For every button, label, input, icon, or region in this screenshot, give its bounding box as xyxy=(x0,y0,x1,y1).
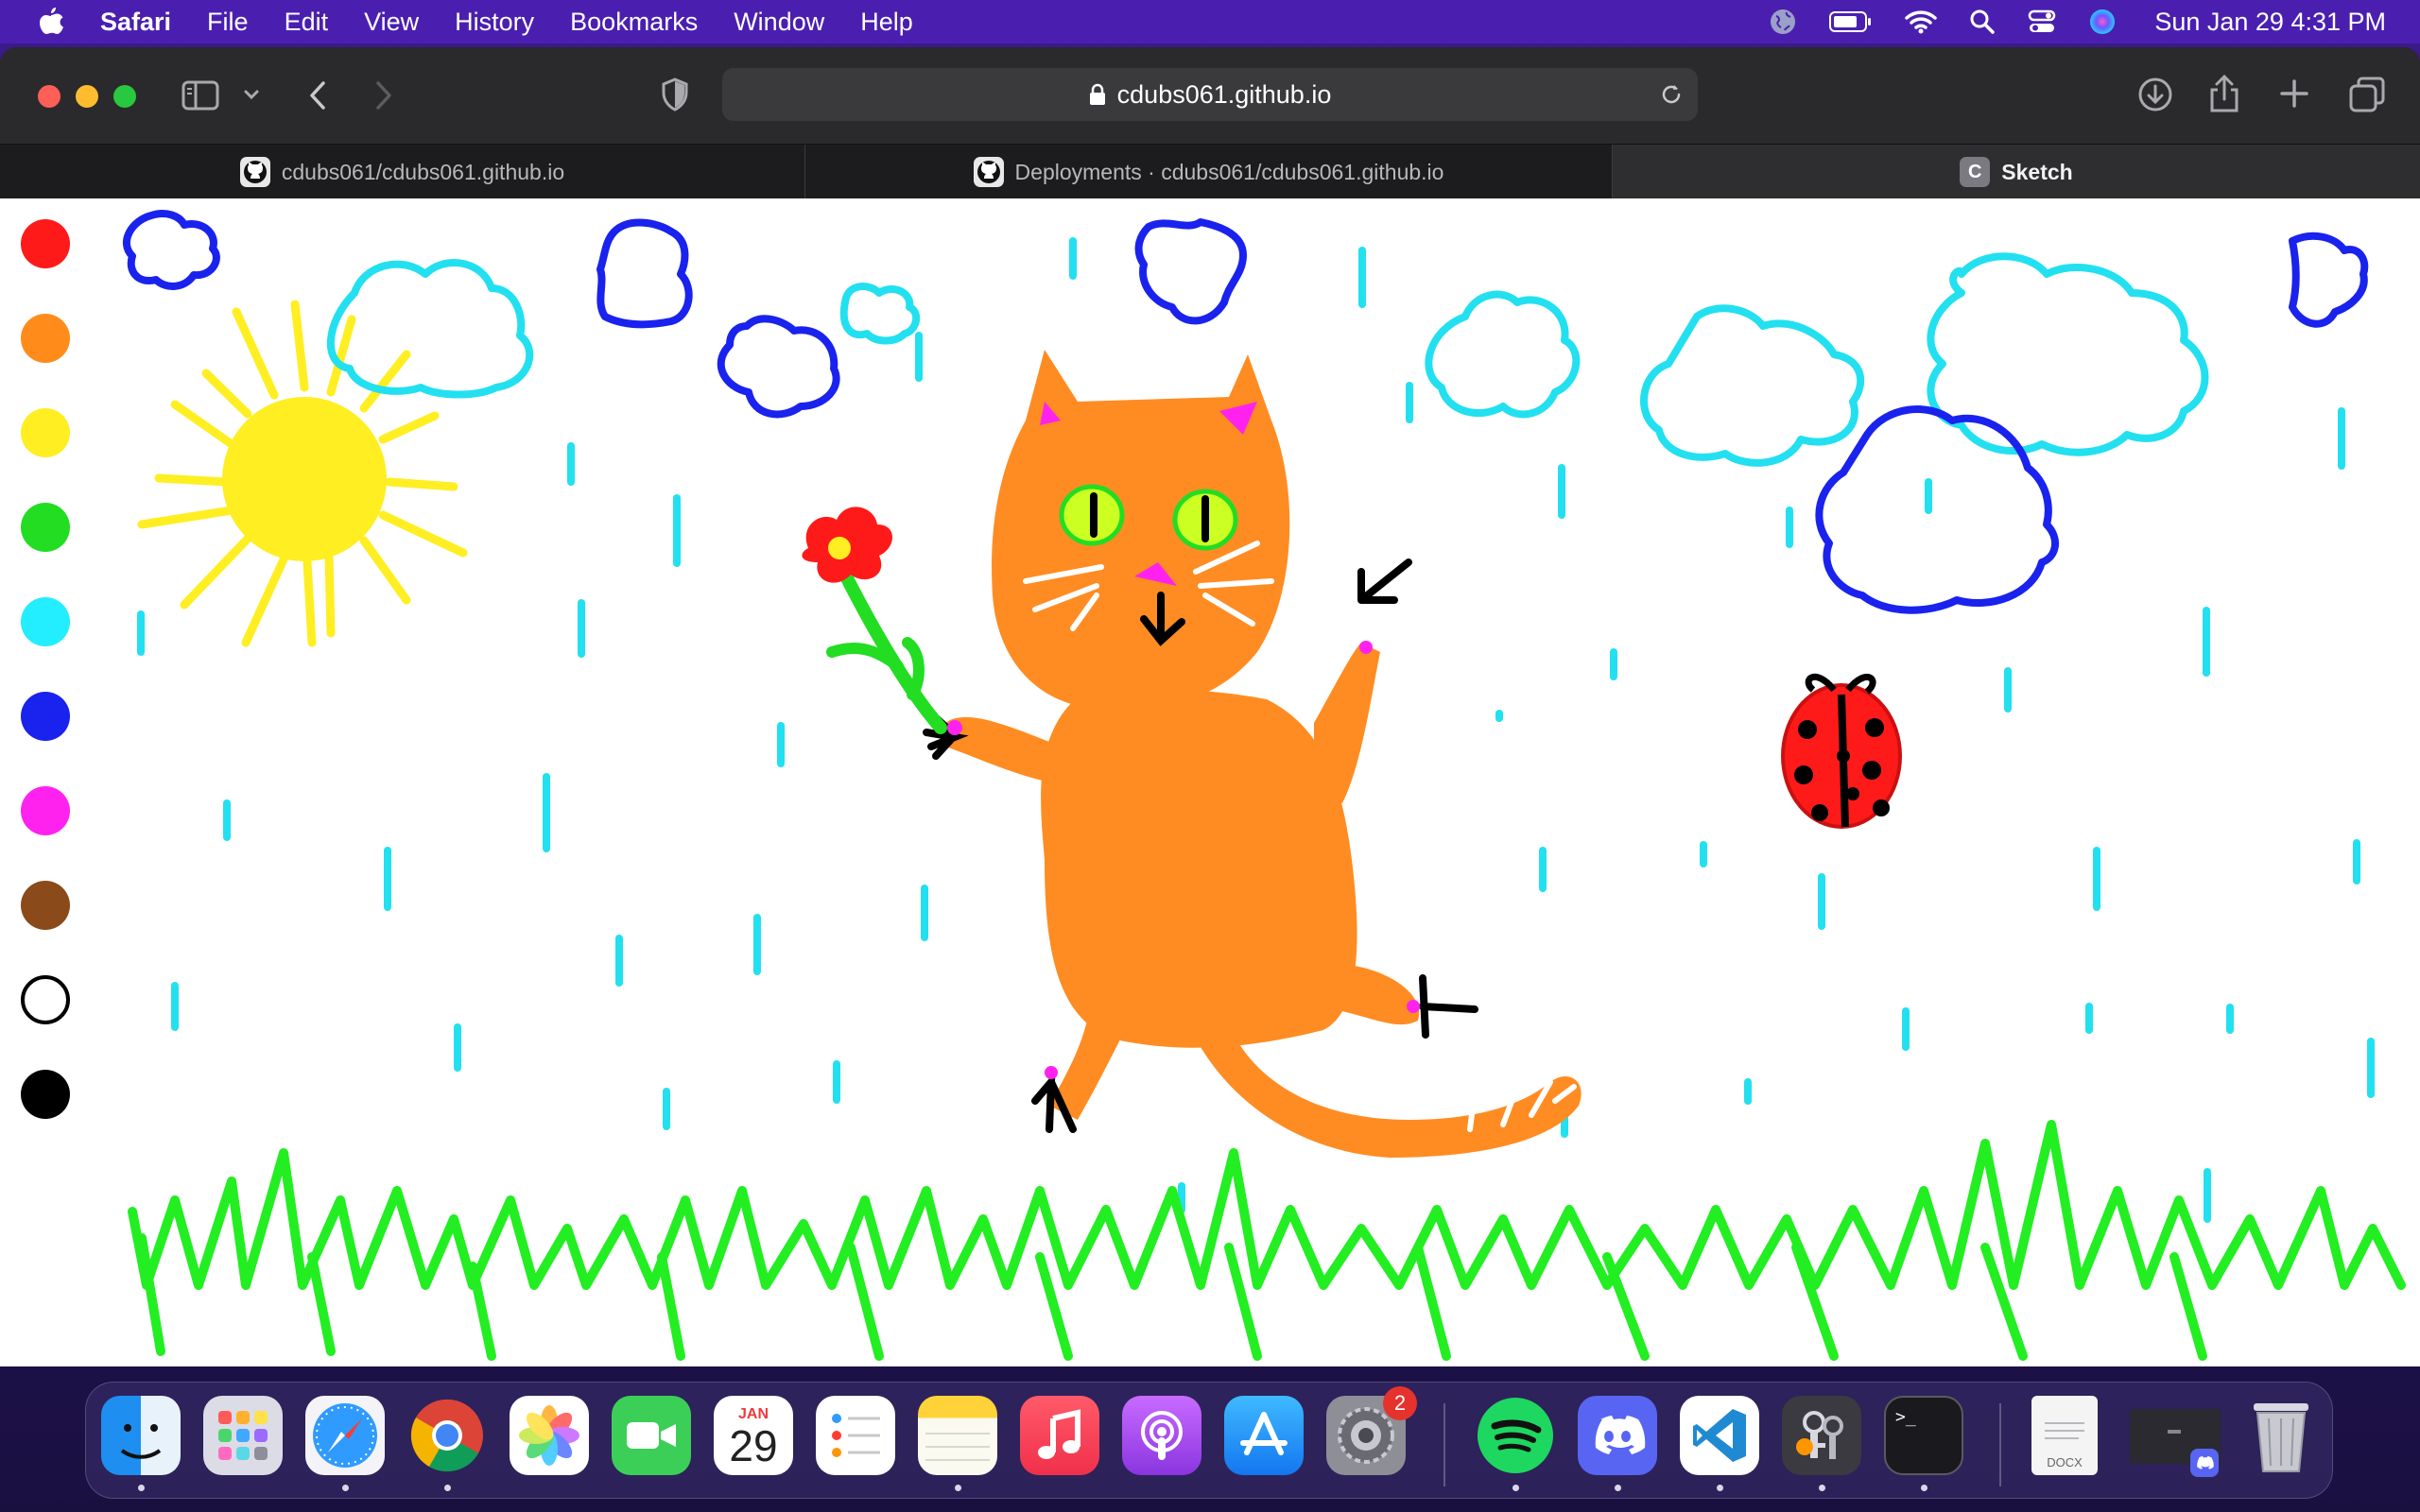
appstore-icon[interactable] xyxy=(1224,1396,1304,1475)
sketch-page xyxy=(0,198,2420,1366)
finder-icon[interactable] xyxy=(101,1396,181,1475)
sidebar-toggle-icon[interactable] xyxy=(182,79,221,112)
tab-label: Sketch xyxy=(2001,159,2073,184)
chrome-icon[interactable] xyxy=(407,1396,487,1475)
github-icon xyxy=(239,157,270,187)
color-swatch-blue[interactable] xyxy=(21,692,70,741)
menu-app-name[interactable]: Safari xyxy=(100,8,171,37)
wifi-icon[interactable] xyxy=(1905,9,1938,34)
site-letter-icon: C xyxy=(1960,157,1991,187)
color-swatch-magenta[interactable] xyxy=(21,786,70,835)
vscode-icon[interactable] xyxy=(1680,1396,1759,1475)
color-swatch-orange[interactable] xyxy=(21,314,70,363)
tab-deployments[interactable]: Deployments · cdubs061/cdubs061.github.i… xyxy=(805,145,1613,199)
color-swatch-white[interactable] xyxy=(21,975,70,1024)
apple-icon[interactable] xyxy=(34,3,68,41)
privacy-report-icon[interactable] xyxy=(660,77,690,112)
terminal-icon[interactable]: >_ xyxy=(1884,1396,1963,1475)
url-text: cdubs061.github.io xyxy=(1116,79,1332,109)
tab-label: cdubs061/cdubs061.github.io xyxy=(281,159,565,184)
dock-separator xyxy=(1443,1403,1445,1486)
color-swatch-black[interactable] xyxy=(21,1070,70,1119)
menu-bar: Safari File Edit View History Bookmarks … xyxy=(0,0,2420,43)
safari-window: cdubs061.github.io cdubs061/cdubs061.git… xyxy=(0,47,2420,1366)
minimize-window-button[interactable] xyxy=(76,85,98,108)
address-bar[interactable]: cdubs061.github.io xyxy=(722,68,1698,121)
back-button[interactable] xyxy=(304,79,331,112)
flower-drawing xyxy=(802,507,947,734)
drawing-canvas[interactable] xyxy=(0,198,2420,1366)
launchpad-icon[interactable] xyxy=(203,1396,283,1475)
dock: JAN 29 2 >_ DOCX xyxy=(85,1382,2333,1499)
menu-file[interactable]: File xyxy=(207,8,249,37)
globe-icon[interactable] xyxy=(1769,8,1797,36)
safari-icon[interactable] xyxy=(305,1396,385,1475)
keychain-icon[interactable] xyxy=(1782,1396,1861,1475)
color-swatch-cyan[interactable] xyxy=(21,597,70,646)
siri-icon[interactable] xyxy=(2088,8,2117,36)
notification-badge: 2 xyxy=(1383,1386,1417,1420)
control-center-icon[interactable] xyxy=(2028,9,2056,35)
tab-overview-icon[interactable] xyxy=(2348,76,2386,113)
podcasts-icon[interactable] xyxy=(1122,1396,1201,1475)
ladybug-drawing xyxy=(1781,673,1902,829)
color-swatch-green[interactable] xyxy=(21,503,70,552)
docx-file-icon[interactable]: DOCX xyxy=(2031,1396,2098,1475)
share-icon[interactable] xyxy=(2208,74,2240,113)
spotify-icon[interactable] xyxy=(1476,1396,1555,1475)
color-swatch-brown[interactable] xyxy=(21,881,70,930)
github-icon xyxy=(973,157,1004,187)
dock-separator xyxy=(1999,1403,2001,1486)
menu-clock[interactable]: Sun Jan 29 4:31 PM xyxy=(2154,8,2386,37)
tab-github-repo[interactable]: cdubs061/cdubs061.github.io xyxy=(0,145,805,199)
trash-icon[interactable] xyxy=(2241,1396,2321,1475)
docx-label: DOCX xyxy=(2047,1455,2083,1469)
notes-icon[interactable] xyxy=(918,1396,997,1475)
menu-help[interactable]: Help xyxy=(860,8,913,37)
calendar-icon[interactable]: JAN 29 xyxy=(714,1396,793,1475)
battery-icon[interactable] xyxy=(1829,10,1873,33)
music-icon[interactable] xyxy=(1020,1396,1099,1475)
menu-window[interactable]: Window xyxy=(734,8,824,37)
running-indicator xyxy=(1615,1485,1621,1491)
terminal-prompt: >_ xyxy=(1895,1407,1916,1427)
color-swatch-red[interactable] xyxy=(21,219,70,268)
color-swatch-yellow[interactable] xyxy=(21,408,70,457)
tab-bar: cdubs061/cdubs061.github.io Deployments … xyxy=(0,144,2420,199)
calendar-day: 29 xyxy=(729,1421,778,1470)
chevron-down-icon[interactable] xyxy=(242,85,261,104)
forward-button[interactable] xyxy=(371,79,397,112)
running-indicator xyxy=(1819,1485,1825,1491)
running-indicator xyxy=(1921,1485,1927,1491)
zoom-window-button[interactable] xyxy=(113,85,136,108)
menu-view[interactable]: View xyxy=(364,8,419,37)
tab-label: Deployments · cdubs061/cdubs061.github.i… xyxy=(1014,159,1444,184)
facetime-icon[interactable] xyxy=(612,1396,691,1475)
new-tab-icon[interactable] xyxy=(2278,77,2310,110)
lock-icon xyxy=(1089,83,1106,106)
cat-drawing xyxy=(923,350,1582,1158)
reminders-icon[interactable] xyxy=(816,1396,895,1475)
menu-bookmarks[interactable]: Bookmarks xyxy=(570,8,698,37)
discord-icon[interactable] xyxy=(1578,1396,1657,1475)
close-window-button[interactable] xyxy=(38,85,60,108)
running-indicator xyxy=(342,1485,349,1491)
running-indicator xyxy=(1717,1485,1723,1491)
discord-icon xyxy=(2190,1449,2219,1477)
search-icon[interactable] xyxy=(1969,9,1996,35)
running-indicator xyxy=(1512,1485,1519,1491)
reload-icon[interactable] xyxy=(1658,81,1685,114)
menu-history[interactable]: History xyxy=(455,8,534,37)
running-indicator xyxy=(955,1485,961,1491)
downloads-icon[interactable] xyxy=(2136,76,2174,113)
browser-toolbar: cdubs061.github.io xyxy=(0,47,2420,144)
menu-edit[interactable]: Edit xyxy=(285,8,329,37)
grass-drawing xyxy=(128,1120,2406,1361)
sun xyxy=(137,300,468,647)
tab-sketch[interactable]: C Sketch xyxy=(1613,145,2420,199)
running-indicator xyxy=(138,1485,145,1491)
photos-icon[interactable] xyxy=(510,1396,589,1475)
running-indicator xyxy=(444,1485,451,1491)
color-palette xyxy=(21,219,74,1164)
